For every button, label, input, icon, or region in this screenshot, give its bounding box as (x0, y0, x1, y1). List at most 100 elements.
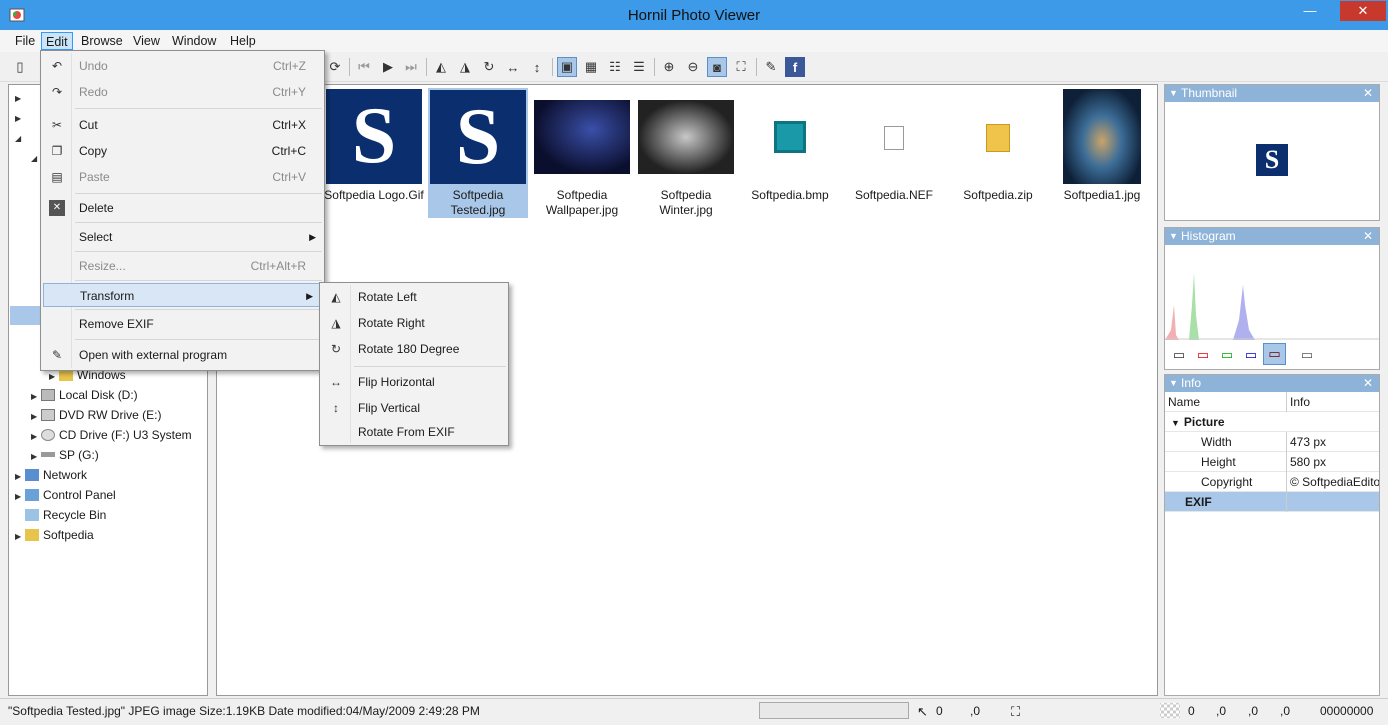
tree-item-recycle-bin[interactable]: Recycle Bin (15, 505, 106, 525)
dvd-drive-icon (41, 409, 55, 421)
menu-view[interactable]: View (129, 32, 164, 50)
close-icon[interactable]: ✕ (1363, 228, 1373, 245)
rotate-left-icon[interactable]: ◭ (431, 57, 451, 77)
menu-browse[interactable]: Browse (77, 32, 127, 50)
fullscreen-icon[interactable]: ⛶ (731, 57, 751, 77)
tree-item-control-panel[interactable]: ▶ Control Panel (15, 485, 116, 505)
menu-item-rotate-left[interactable]: ◭ Rotate Left (320, 285, 508, 309)
flip-vertical-icon[interactable]: ↕ (527, 57, 547, 77)
tree-item-root[interactable]: ◢ (15, 127, 25, 147)
menu-item-delete[interactable]: ✕ Delete (41, 196, 324, 220)
histogram-settings-icon[interactable]: ▭ (1297, 345, 1317, 365)
thumbnail-image (1063, 89, 1141, 184)
menu-item-redo[interactable]: ↷ Redo Ctrl+Y (41, 80, 324, 104)
info-header-row: Name Info (1165, 392, 1379, 412)
menu-item-transform[interactable]: Transform ▶ (43, 283, 322, 307)
thumbnail-item[interactable]: S Softpedia Tested.jpg (428, 88, 528, 218)
tree-item-sp-g[interactable]: ▶ SP (G:) (31, 445, 99, 465)
color-r: 0 (1188, 704, 1195, 718)
view-thumbnails-icon[interactable]: ▦ (581, 57, 601, 77)
view-list-icon[interactable]: ☷ (605, 57, 625, 77)
histogram-rgb-icon[interactable]: ▭ (1263, 343, 1286, 365)
minimize-icon: — (1303, 3, 1317, 18)
thumbnail-item[interactable]: Softpedia.zip (948, 88, 1048, 218)
histogram-blue-icon[interactable]: ▭ (1241, 345, 1261, 365)
menu-file[interactable]: File (11, 32, 39, 50)
network-icon (25, 469, 39, 481)
close-icon: ✕ (1357, 3, 1369, 18)
flip-horizontal-icon[interactable]: ↔ (503, 57, 523, 77)
redo-icon: ↷ (51, 85, 63, 99)
new-icon[interactable]: ▯ (10, 57, 30, 77)
color-a: ,0 (1280, 704, 1291, 718)
menu-item-flip-vertical[interactable]: ↕ Flip Vertical (320, 396, 508, 420)
transform-submenu: ◭ Rotate Left ◮ Rotate Right ↻ Rotate 180 D… (319, 282, 509, 446)
menu-item-select[interactable]: Select ▶ (41, 225, 324, 249)
info-group-picture[interactable]: ▼ Picture (1165, 412, 1379, 432)
zoom-out-icon[interactable]: ⊖ (683, 57, 703, 77)
tree-item-local-disk-d[interactable]: ▶ Local Disk (D:) (31, 385, 138, 405)
menu-item-remove-exif[interactable]: Remove EXIF (41, 312, 324, 336)
menu-item-rotate-180[interactable]: ↻ Rotate 180 Degree (320, 337, 508, 361)
close-icon[interactable]: ✕ (1363, 375, 1373, 392)
tree-item-root[interactable]: ▶ (15, 87, 25, 107)
menu-item-resize[interactable]: Resize... Ctrl+Alt+R (41, 254, 324, 278)
copy-icon: ❐ (51, 144, 63, 158)
cursor-x: 0 (936, 704, 943, 718)
collapse-icon[interactable]: ▼ (1169, 85, 1178, 102)
usb-drive-icon (41, 452, 55, 457)
thumbnail-item[interactable]: Softpedia1.jpg (1052, 88, 1152, 218)
last-image-icon[interactable]: ⏭ (401, 57, 421, 77)
status-file-info: "Softpedia Tested.jpg" JPEG image Size:1… (8, 704, 480, 718)
menu-item-paste[interactable]: ▤ Paste Ctrl+V (41, 165, 324, 189)
menu-item-copy[interactable]: ❐ Copy Ctrl+C (41, 139, 324, 163)
next-image-icon[interactable]: ▶ (378, 57, 398, 77)
close-button[interactable]: ✕ (1340, 1, 1386, 21)
control-panel-icon (25, 489, 39, 501)
menu-item-rotate-from-exif[interactable]: Rotate From EXIF (320, 420, 508, 444)
tree-item-root[interactable]: ▶ (15, 107, 25, 127)
external-program-icon[interactable]: ✎ (761, 57, 781, 77)
menu-edit[interactable]: Edit (41, 32, 73, 50)
close-icon[interactable]: ✕ (1363, 85, 1373, 102)
thumbnail-item[interactable]: Softpedia Winter.jpg (636, 88, 736, 218)
menu-item-undo[interactable]: ↶ Undo Ctrl+Z (41, 54, 324, 78)
minimize-button[interactable]: — (1296, 1, 1324, 21)
collapse-icon[interactable]: ▼ (1169, 228, 1178, 245)
fit-window-icon[interactable]: ◙ (707, 57, 727, 77)
refresh-icon[interactable]: ⟳ (325, 57, 345, 77)
menu-item-flip-horizontal[interactable]: ↔ Flip Horizontal (320, 370, 508, 394)
zoom-in-icon[interactable]: ⊕ (659, 57, 679, 77)
collapse-icon[interactable]: ▼ (1169, 375, 1178, 392)
rotate-180-icon[interactable]: ↻ (479, 57, 499, 77)
menu-help[interactable]: Help (226, 32, 260, 50)
facebook-icon[interactable]: f (785, 57, 805, 77)
tree-item-softpedia[interactable]: ▶ Softpedia (15, 525, 94, 545)
panel-header: ▼ Thumbnail ✕ (1165, 85, 1379, 102)
info-group-exif[interactable]: EXIF (1165, 492, 1379, 512)
external-program-icon: ✎ (51, 348, 63, 362)
undo-icon: ↶ (51, 59, 63, 73)
menu-item-open-external[interactable]: ✎ Open with external program (41, 343, 324, 367)
thumbnail-item[interactable]: Softpedia.bmp (740, 88, 840, 218)
histogram-red-icon[interactable]: ▭ (1193, 345, 1213, 365)
thumbnail-item[interactable]: Softpedia Wallpaper.jpg (532, 88, 632, 218)
menu-item-cut[interactable]: ✂ Cut Ctrl+X (41, 113, 324, 137)
view-details-icon[interactable]: ☰ (629, 57, 649, 77)
rotate-right-icon: ◮ (331, 316, 341, 330)
histogram-green-icon[interactable]: ▭ (1217, 345, 1237, 365)
thumbnail-item[interactable]: S Softpedia Logo.Gif (324, 88, 424, 218)
rotate-right-icon[interactable]: ◮ (455, 57, 475, 77)
title-bar: Hornil Photo Viewer — ✕ (0, 0, 1388, 30)
menu-bar: File Edit Browse View Window Help (0, 30, 1388, 52)
first-image-icon[interactable]: ⏮ (354, 57, 374, 77)
thumbnail-item[interactable]: Softpedia.NEF (844, 88, 944, 218)
toolbar-separator (426, 58, 427, 76)
menu-window[interactable]: Window (168, 32, 220, 50)
histogram-luminance-icon[interactable]: ▭ (1169, 345, 1189, 365)
view-single-icon[interactable]: ▣ (557, 57, 577, 77)
tree-item-network[interactable]: ▶ Network (15, 465, 87, 485)
tree-item-cd-drive-f[interactable]: ▶ CD Drive (F:) U3 System (31, 425, 192, 445)
menu-item-rotate-right[interactable]: ◮ Rotate Right (320, 311, 508, 335)
tree-item-dvd-rw-drive-e[interactable]: ▶ DVD RW Drive (E:) (31, 405, 161, 425)
